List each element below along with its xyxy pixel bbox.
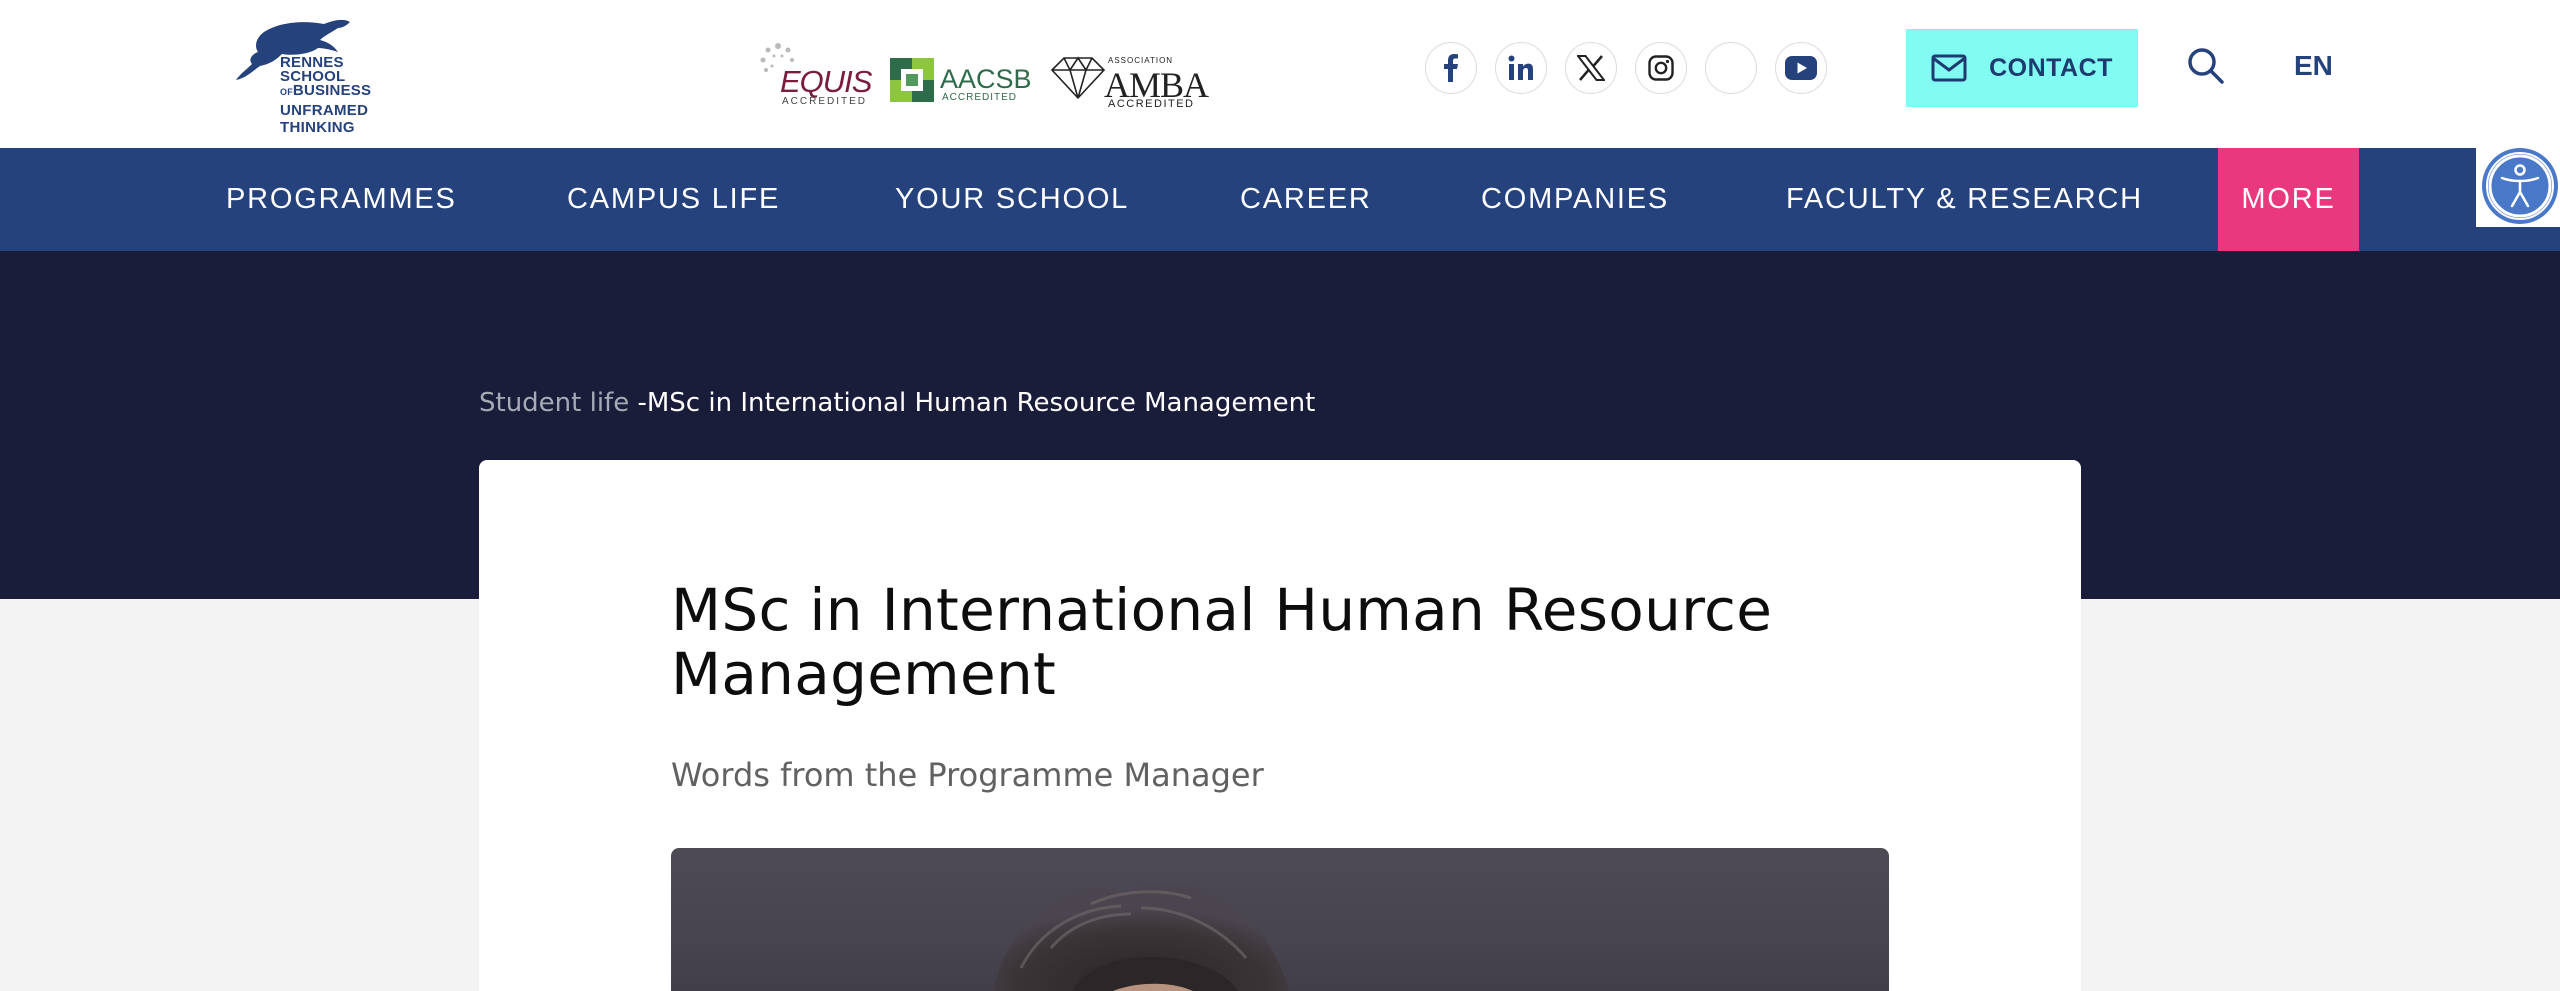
search-button[interactable] (2186, 46, 2226, 86)
linkedin-icon (1508, 55, 1533, 80)
accessibility-icon (2482, 148, 2558, 224)
amba-sub-label: ACCREDITED (1108, 98, 1195, 110)
breadcrumb: Student life -MSc in International Human… (479, 388, 1315, 418)
portrait-hair-graphic (993, 884, 1289, 991)
breadcrumb-current: MSc in International Human Resource Mana… (646, 388, 1316, 418)
youtube-icon (1785, 56, 1817, 80)
nav-faculty-research[interactable]: FACULTY & RESEARCH (1786, 148, 2143, 251)
blank-social-link[interactable] (1705, 42, 1757, 94)
nav-campus-life[interactable]: CAMPUS LIFE (567, 148, 780, 251)
x-twitter-link[interactable] (1565, 42, 1617, 94)
nav-your-school[interactable]: YOUR SCHOOL (895, 148, 1129, 251)
instagram-link[interactable] (1635, 42, 1687, 94)
x-icon (1577, 55, 1605, 81)
logo-of: OF (280, 87, 293, 97)
youtube-link[interactable] (1775, 42, 1827, 94)
accessibility-button[interactable] (2476, 145, 2560, 227)
logo-name: RENNES SCHOOL OFBUSINESS (280, 55, 372, 99)
breadcrumb-student-life[interactable]: Student life (479, 388, 629, 418)
language-selector[interactable]: EN (2294, 50, 2333, 82)
nav-programmes[interactable]: PROGRAMMES (226, 148, 457, 251)
article-subtitle: Words from the Programme Manager (671, 756, 1264, 794)
main-nav: PROGRAMMES CAMPUS LIFE YOUR SCHOOL CAREE… (0, 148, 2560, 251)
amba-accreditation[interactable]: ASSOCIATION AMBA ACCREDITED (1050, 42, 1209, 110)
logo-line-3: OFBUSINESS (280, 82, 372, 99)
aacsb-square-icon (890, 58, 934, 102)
equis-label: EQUIS (780, 64, 872, 99)
facebook-link[interactable] (1425, 42, 1477, 94)
nav-more-button[interactable]: MORE (2218, 148, 2359, 251)
equis-sub-label: ACCREDITED (782, 96, 868, 107)
amba-diamond-icon (1050, 56, 1106, 100)
facebook-icon (1444, 54, 1458, 82)
school-logo[interactable]: RENNES SCHOOL OFBUSINESS UNFRAMED THINKI… (224, 14, 424, 136)
nav-companies[interactable]: COMPANIES (1481, 148, 1669, 251)
linkedin-link[interactable] (1495, 42, 1547, 94)
nav-career[interactable]: CAREER (1240, 148, 1372, 251)
logo-business: BUSINESS (292, 82, 372, 99)
aacsb-accreditation[interactable]: AACSB ACCREDITED (890, 42, 1032, 104)
logo-tagline: UNFRAMED THINKING (280, 102, 369, 136)
aacsb-sub-label: ACCREDITED (942, 92, 1018, 103)
mail-icon (1931, 54, 1967, 82)
programme-manager-photo (671, 848, 1889, 991)
aacsb-label: AACSB (940, 64, 1032, 94)
contact-button[interactable]: CONTACT (1906, 29, 2138, 107)
top-header: RENNES SCHOOL OFBUSINESS UNFRAMED THINKI… (0, 0, 2560, 148)
contact-label: CONTACT (1989, 53, 2113, 82)
page-title: MSc in International Human Resource Mana… (671, 576, 1773, 708)
breadcrumb-separator: - (629, 388, 647, 418)
search-icon (2188, 48, 2224, 84)
equis-accreditation[interactable]: EQUIS ACCREDITED (758, 42, 872, 107)
instagram-icon (1648, 55, 1674, 81)
